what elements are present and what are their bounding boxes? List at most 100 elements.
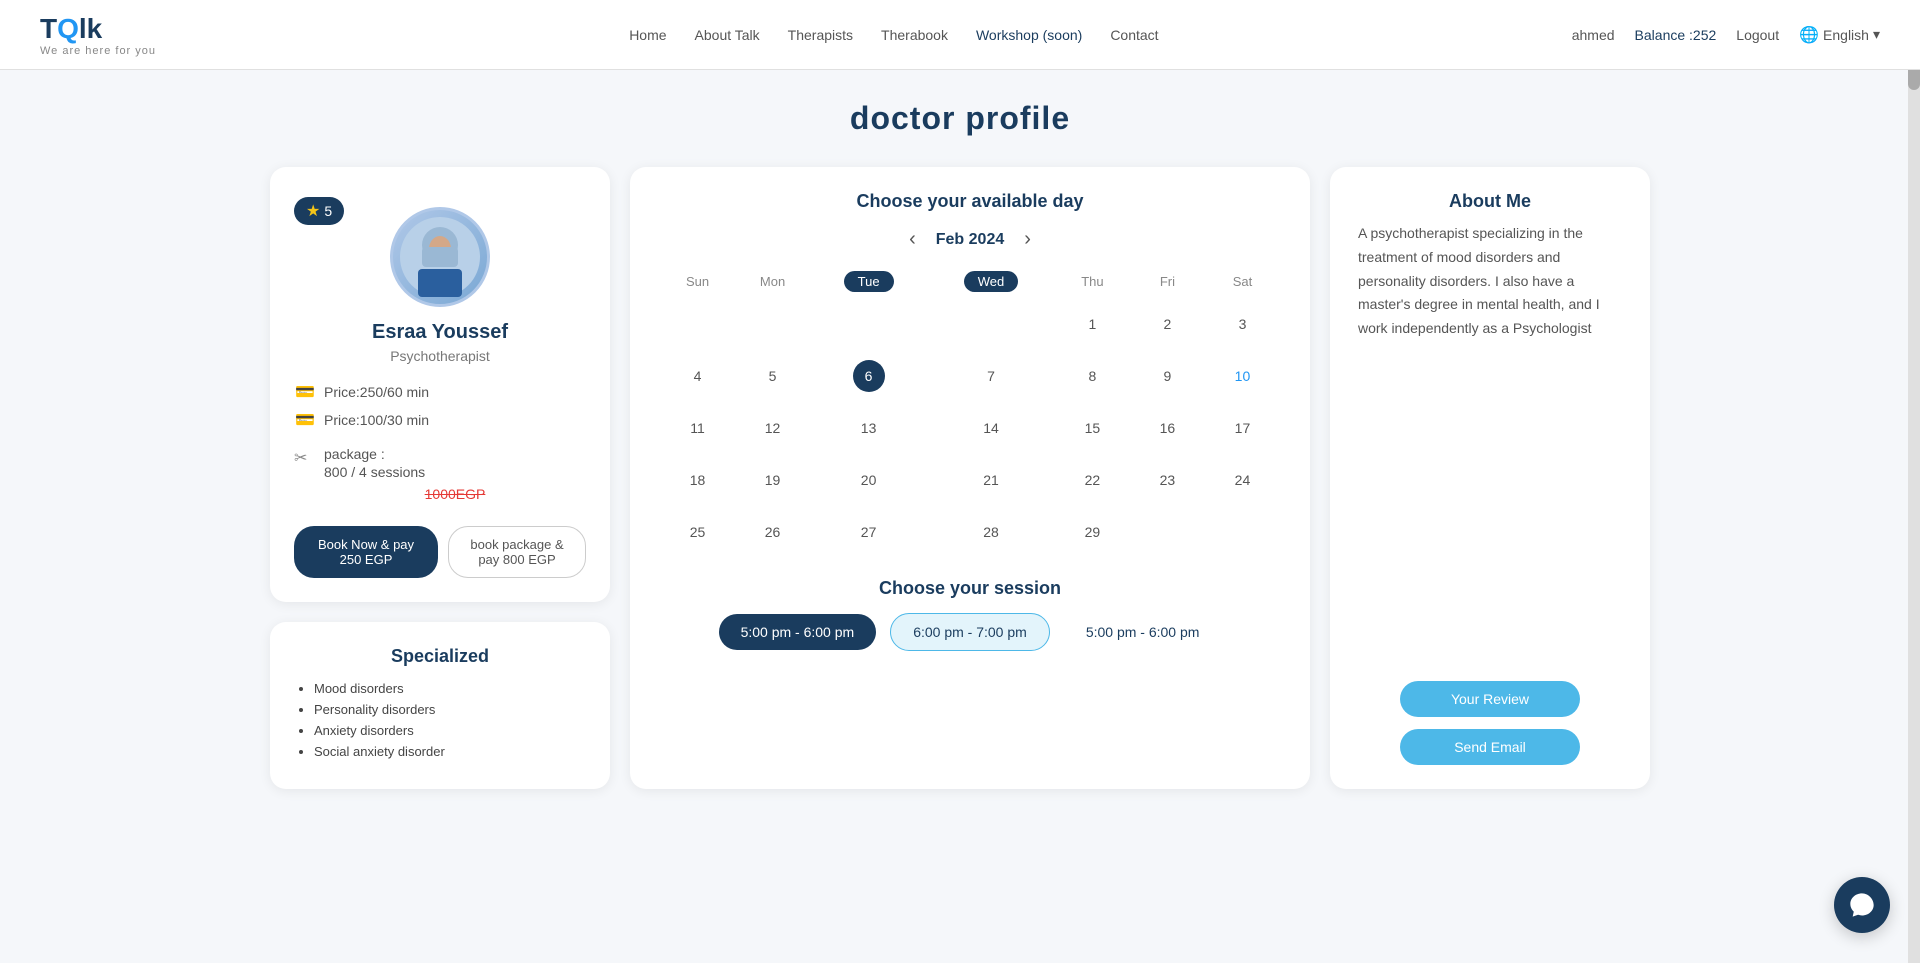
chat-bubble[interactable] bbox=[1834, 877, 1890, 933]
doctor-name: Esraa Youssef bbox=[372, 321, 508, 344]
calendar-week-row: 45678910 bbox=[660, 350, 1280, 402]
calendar-day-cell[interactable]: 3 bbox=[1205, 298, 1280, 350]
calendar-week-row: 2526272829 bbox=[660, 506, 1280, 558]
calendar-day-cell bbox=[1130, 506, 1205, 558]
logout-button[interactable]: Logout bbox=[1736, 27, 1779, 43]
calendar-day-cell[interactable]: 26 bbox=[735, 506, 810, 558]
calendar-day-cell[interactable]: 29 bbox=[1055, 506, 1130, 558]
day-header-wed: Wed bbox=[927, 265, 1055, 298]
price-row-60: 💳 Price:250/60 min bbox=[294, 382, 586, 402]
calendar-day-cell[interactable]: 19 bbox=[735, 454, 810, 506]
price-30-text: Price:100/30 min bbox=[324, 412, 429, 428]
about-me-title: About Me bbox=[1358, 191, 1622, 212]
package-row: ✂ package : 800 / 4 sessions bbox=[294, 446, 586, 482]
main-content: ★ 5 Esraa Youssef Psychotherapi bbox=[210, 157, 1710, 819]
calendar-day-cell[interactable]: 18 bbox=[660, 454, 735, 506]
calendar-day-cell[interactable]: 24 bbox=[1205, 454, 1280, 506]
avatar-image bbox=[400, 217, 480, 297]
calendar-day-cell[interactable]: 28 bbox=[927, 506, 1055, 558]
booking-buttons: Book Now & pay 250 EGP book package & pa… bbox=[294, 526, 586, 578]
list-item: Anxiety disorders bbox=[314, 723, 586, 738]
list-item: Mood disorders bbox=[314, 681, 586, 696]
calendar-day-cell[interactable]: 5 bbox=[735, 350, 810, 402]
package-icon: ✂ bbox=[294, 448, 316, 468]
slot-button-3[interactable]: 5:00 pm - 6:00 pm bbox=[1064, 614, 1222, 650]
nav-about[interactable]: About Talk bbox=[695, 27, 760, 43]
calendar-day-cell[interactable]: 10 bbox=[1205, 350, 1280, 402]
specialized-list: Mood disorders Personality disorders Anx… bbox=[294, 681, 586, 759]
logo-subtitle: We are here for you bbox=[40, 45, 156, 57]
prev-month-button[interactable]: ‹ bbox=[909, 228, 916, 251]
list-item: Social anxiety disorder bbox=[314, 744, 586, 759]
rating-value: 5 bbox=[324, 203, 332, 219]
calendar-day-cell bbox=[735, 298, 810, 350]
calendar-day-cell[interactable]: 7 bbox=[927, 350, 1055, 402]
rating-badge: ★ 5 bbox=[294, 197, 344, 225]
next-month-button[interactable]: › bbox=[1024, 228, 1031, 251]
package-label: package : bbox=[324, 446, 385, 462]
calendar-day-cell[interactable]: 21 bbox=[927, 454, 1055, 506]
header: TQlk We are here for you Home About Talk… bbox=[0, 0, 1920, 70]
calendar-day-cell[interactable]: 25 bbox=[660, 506, 735, 558]
calendar-day-cell[interactable]: 2 bbox=[1130, 298, 1205, 350]
calendar-day-cell bbox=[810, 298, 927, 350]
calendar-day-cell[interactable]: 20 bbox=[810, 454, 927, 506]
calendar-day-cell[interactable]: 15 bbox=[1055, 402, 1130, 454]
calendar-day-cell[interactable]: 6 bbox=[810, 350, 927, 402]
day-header-fri: Fri bbox=[1130, 265, 1205, 298]
your-review-button[interactable]: Your Review bbox=[1400, 681, 1580, 717]
calendar-month: Feb 2024 bbox=[936, 231, 1004, 249]
calendar-day-cell[interactable]: 17 bbox=[1205, 402, 1280, 454]
nav-workshop[interactable]: Workshop (soon) bbox=[976, 27, 1082, 43]
calendar-day-cell[interactable]: 22 bbox=[1055, 454, 1130, 506]
about-me-inner: About Me A psychotherapist specializing … bbox=[1358, 191, 1622, 765]
page-title: doctor profile bbox=[0, 70, 1920, 157]
send-email-button[interactable]: Send Email bbox=[1400, 729, 1580, 765]
calendar-day-cell[interactable]: 23 bbox=[1130, 454, 1205, 506]
calendar-day-cell[interactable]: 4 bbox=[660, 350, 735, 402]
scrollbar[interactable] bbox=[1908, 0, 1920, 963]
calendar-day-cell[interactable]: 9 bbox=[1130, 350, 1205, 402]
calendar-day-cell[interactable]: 14 bbox=[927, 402, 1055, 454]
left-column: ★ 5 Esraa Youssef Psychotherapi bbox=[270, 167, 610, 789]
nav-therapists[interactable]: Therapists bbox=[788, 27, 853, 43]
list-item: Personality disorders bbox=[314, 702, 586, 717]
main-nav: Home About Talk Therapists Therabook Wor… bbox=[629, 27, 1158, 43]
calendar-nav: ‹ Feb 2024 › bbox=[660, 228, 1280, 251]
day-header-sat: Sat bbox=[1205, 265, 1280, 298]
credit-card-icon-2: 💳 bbox=[294, 410, 316, 430]
calendar-day-cell[interactable]: 1 bbox=[1055, 298, 1130, 350]
nav-therabook[interactable]: Therabook bbox=[881, 27, 948, 43]
credit-card-icon: 💳 bbox=[294, 382, 316, 402]
nav-home[interactable]: Home bbox=[629, 27, 666, 43]
calendar-day-cell bbox=[1205, 506, 1280, 558]
book-now-button[interactable]: Book Now & pay 250 EGP bbox=[294, 526, 438, 578]
calendar-card: Choose your available day ‹ Feb 2024 › S… bbox=[630, 167, 1310, 789]
calendar-day-cell[interactable]: 16 bbox=[1130, 402, 1205, 454]
doctor-specialty: Psychotherapist bbox=[390, 348, 490, 364]
calendar-title: Choose your available day bbox=[660, 191, 1280, 212]
calendar-day-cell bbox=[660, 298, 735, 350]
day-header-thu: Thu bbox=[1055, 265, 1130, 298]
slot-button-1[interactable]: 5:00 pm - 6:00 pm bbox=[719, 614, 877, 650]
calendar-week-row: 18192021222324 bbox=[660, 454, 1280, 506]
specialized-card: Specialized Mood disorders Personality d… bbox=[270, 622, 610, 789]
chat-icon bbox=[1848, 891, 1876, 919]
header-right: ahmed Balance :252 Logout 🌐 English ▾ bbox=[1572, 25, 1880, 45]
language-selector[interactable]: 🌐 English ▾ bbox=[1799, 25, 1880, 45]
calendar-week-row: 11121314151617 bbox=[660, 402, 1280, 454]
book-package-button[interactable]: book package & pay 800 EGP bbox=[448, 526, 586, 578]
calendar-day-cell[interactable]: 12 bbox=[735, 402, 810, 454]
day-header-mon: Mon bbox=[735, 265, 810, 298]
calendar-day-cell[interactable]: 11 bbox=[660, 402, 735, 454]
calendar-day-cell[interactable]: 27 bbox=[810, 506, 927, 558]
calendar-day-cell[interactable]: 8 bbox=[1055, 350, 1130, 402]
avatar bbox=[390, 207, 490, 307]
lang-label: English bbox=[1823, 27, 1869, 43]
slot-button-2[interactable]: 6:00 pm - 7:00 pm bbox=[890, 613, 1050, 651]
logo-title: TQlk bbox=[40, 13, 102, 45]
nav-contact[interactable]: Contact bbox=[1110, 27, 1158, 43]
calendar-day-cell[interactable]: 13 bbox=[810, 402, 927, 454]
balance: Balance :252 bbox=[1635, 27, 1717, 43]
price-60-text: Price:250/60 min bbox=[324, 384, 429, 400]
